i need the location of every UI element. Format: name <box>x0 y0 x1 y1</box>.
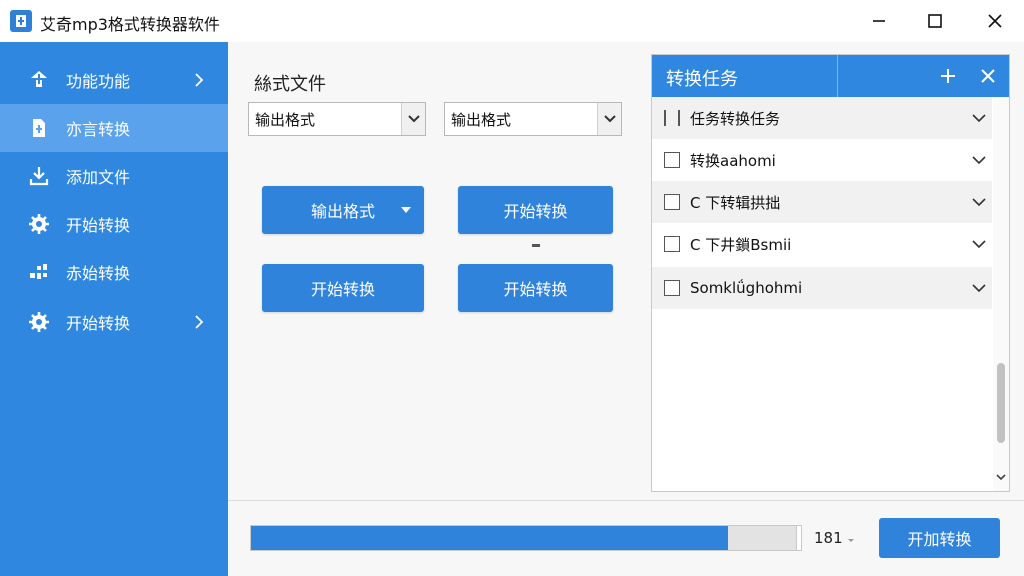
plus-icon <box>941 69 955 83</box>
button-label: 开始转换 <box>503 280 568 299</box>
minimize-button[interactable] <box>856 6 902 36</box>
task-label: 转换aahomi <box>690 151 776 170</box>
task-panel: 转换任务 任务转换任务 转换aahomi C 下转辑拱拙 C 下井鎖Bsmii … <box>651 54 1010 492</box>
grid-icon <box>28 261 50 283</box>
minimize-icon <box>873 20 885 22</box>
button-label: 开始转换 <box>310 280 375 299</box>
scrollbar-thumb[interactable] <box>997 363 1005 443</box>
output-format-button[interactable]: 输出格式 <box>262 186 424 234</box>
task-panel-header: 转换任务 <box>652 55 1009 97</box>
task-row[interactable]: Somklǘghohmi <box>652 267 992 309</box>
task-row[interactable]: 任务转换任务 <box>652 97 992 139</box>
chevron-down-icon[interactable] <box>972 111 986 125</box>
task-row[interactable]: C 下井鎖Bsmii <box>652 223 992 265</box>
task-label: Somklǘghohmi <box>690 279 803 297</box>
sidebar-item-label: 功能功能 <box>66 72 131 91</box>
maximize-icon <box>928 14 942 28</box>
sidebar-item-label: 赤始转换 <box>66 264 131 283</box>
close-button[interactable] <box>972 6 1018 36</box>
button-label: 开加转换 <box>907 530 972 549</box>
start-convert-button-2[interactable]: 开始转换 <box>262 264 424 312</box>
button-label: 开始转换 <box>503 202 568 221</box>
gear-icon <box>28 213 50 235</box>
main-panel: 絲式文件 输出格式 输出格式 输出格式 开始转换 开始转换 开始转换 <box>228 42 640 500</box>
header-divider <box>837 55 838 97</box>
progress-fill <box>251 526 728 550</box>
separator-dash <box>532 244 540 247</box>
task-checkbox[interactable] <box>664 236 680 252</box>
bottom-bar: 181 开加转换 <box>228 500 1024 576</box>
task-label: C 下转辑拱拙 <box>690 193 781 212</box>
caret-down-icon <box>401 207 411 213</box>
sidebar-item-start-convert[interactable]: 开始转换 <box>0 200 228 248</box>
sidebar-item-convert[interactable]: 亦言转换 <box>0 104 228 152</box>
maximize-button[interactable] <box>912 6 958 36</box>
close-task-panel-button[interactable] <box>976 64 1000 88</box>
output-format-select-left[interactable]: 输出格式 <box>248 102 426 136</box>
chevron-down-icon[interactable] <box>972 281 986 295</box>
task-label: 任务转换任务 <box>690 109 781 128</box>
sidebar-item-label: 添加文件 <box>66 168 131 187</box>
chevron-down-icon[interactable] <box>972 195 986 209</box>
progress-bar <box>250 525 800 551</box>
close-icon <box>981 69 995 83</box>
start-convert-button[interactable]: 开加转换 <box>879 518 1000 558</box>
select-value: 输出格式 <box>451 110 512 129</box>
download-icon <box>28 165 50 187</box>
progress-end-cap <box>796 525 802 551</box>
sidebar-item-features[interactable]: 功能功能 <box>0 56 228 104</box>
sidebar-item-settings[interactable]: 开始转换 <box>0 298 228 346</box>
section-title: 絲式文件 <box>254 74 326 95</box>
app-logo-icon <box>10 10 32 32</box>
task-checkbox[interactable] <box>664 152 680 168</box>
task-checkbox[interactable] <box>664 194 680 210</box>
button-label: 输出格式 <box>310 202 375 221</box>
task-checkbox[interactable] <box>664 280 680 296</box>
start-convert-button-3[interactable]: 开始转换 <box>458 264 613 312</box>
task-grid-icon <box>664 110 680 126</box>
output-format-select-right[interactable]: 输出格式 <box>444 102 622 136</box>
task-panel-title: 转换任务 <box>666 69 738 90</box>
scroll-down-arrow-icon[interactable] <box>995 471 1007 483</box>
title-bar: 艾奇mp3格式转换器软件 <box>0 0 1024 42</box>
window-title: 艾奇mp3格式转换器软件 <box>40 15 220 34</box>
chevron-down-icon[interactable] <box>972 237 986 251</box>
count-value: 181 <box>814 529 843 547</box>
select-value: 输出格式 <box>255 110 316 129</box>
task-label: C 下井鎖Bsmii <box>690 235 792 254</box>
task-row[interactable]: 转换aahomi <box>652 139 992 181</box>
upload-icon <box>28 69 50 91</box>
chevron-down-icon <box>597 103 621 135</box>
sidebar-item-label: 开始转换 <box>66 314 131 333</box>
chevron-right-icon <box>195 73 204 87</box>
start-convert-button-1[interactable]: 开始转换 <box>458 186 613 234</box>
close-icon <box>988 14 1002 28</box>
chevron-down-icon[interactable] <box>972 153 986 167</box>
sidebar-item-add-file[interactable]: 添加文件 <box>0 152 228 200</box>
task-scrollbar[interactable] <box>993 97 1009 491</box>
file-icon <box>28 117 50 139</box>
sidebar-item-label: 亦言转换 <box>66 120 131 139</box>
chevron-down-icon <box>401 103 425 135</box>
counter-dropdown-icon[interactable] <box>846 536 856 544</box>
sidebar-item-batch[interactable]: 赤始转换 <box>0 248 228 296</box>
sidebar-item-label: 开始转换 <box>66 216 131 235</box>
task-row[interactable]: C 下转辑拱拙 <box>652 181 992 223</box>
chevron-right-icon <box>195 315 204 329</box>
sidebar: 功能功能 亦言转换 添加文件 开始转换 赤始转换 开始转换 <box>0 42 228 576</box>
add-task-button[interactable] <box>936 64 960 88</box>
gear-icon <box>28 311 50 333</box>
